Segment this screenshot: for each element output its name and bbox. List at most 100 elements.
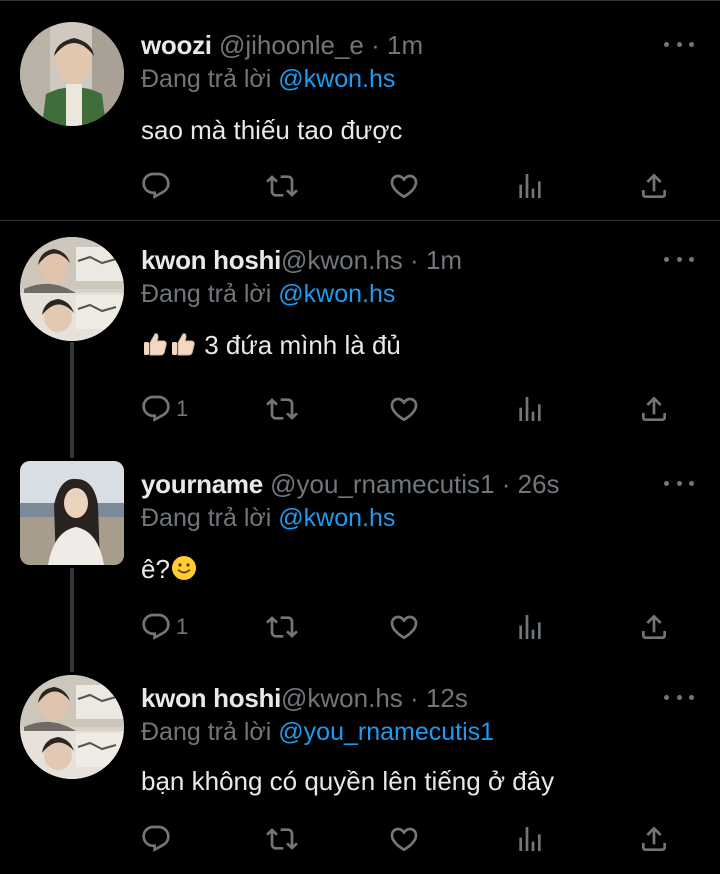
views-button[interactable] bbox=[514, 819, 546, 859]
tweet[interactable]: yourname @you_rnamecutis1 · 26s Đang trả… bbox=[0, 451, 720, 661]
like-button[interactable] bbox=[388, 607, 420, 647]
tweet-text: sao mà thiếu tao được bbox=[141, 114, 402, 146]
timestamp[interactable]: 1m bbox=[426, 245, 462, 275]
tweet[interactable]: kwon hoshi@kwon.hs · 1m Đang trả lời @kw… bbox=[0, 221, 720, 451]
share-button[interactable] bbox=[638, 166, 670, 206]
timestamp[interactable]: 12s bbox=[426, 683, 468, 713]
share-button[interactable] bbox=[638, 389, 670, 429]
more-icon[interactable] bbox=[664, 477, 694, 489]
action-bar: 1 bbox=[0, 389, 720, 429]
reply-mention-link[interactable]: @kwon.hs bbox=[278, 280, 395, 308]
tweet[interactable]: woozi @jihoonle_e · 1m Đang trả lời @kwo… bbox=[0, 0, 720, 220]
action-bar bbox=[0, 819, 720, 859]
views-icon bbox=[514, 823, 546, 855]
replying-to: Đang trả lời @you_rnamecutis1 bbox=[141, 717, 494, 747]
tweet-header: yourname @you_rnamecutis1 · 26s bbox=[141, 469, 560, 499]
views-button[interactable] bbox=[514, 166, 546, 206]
separator-dot: · bbox=[501, 469, 511, 499]
reply-icon bbox=[140, 823, 172, 855]
retweet-icon bbox=[266, 393, 298, 425]
reply-mention-link[interactable]: @kwon.hs bbox=[278, 65, 395, 93]
share-icon bbox=[638, 823, 670, 855]
like-button[interactable] bbox=[388, 819, 420, 859]
more-icon[interactable] bbox=[664, 691, 694, 703]
display-name[interactable]: woozi bbox=[141, 30, 212, 60]
retweet-button[interactable] bbox=[266, 166, 298, 206]
reply-icon bbox=[140, 170, 172, 202]
timestamp[interactable]: 1m bbox=[387, 30, 423, 60]
separator-dot: · bbox=[410, 245, 419, 275]
more-icon[interactable] bbox=[664, 253, 694, 265]
replying-label: Đang trả lời bbox=[141, 504, 272, 532]
like-icon bbox=[388, 611, 420, 643]
retweet-button[interactable] bbox=[266, 607, 298, 647]
tweet-text-body: ê? bbox=[141, 554, 170, 584]
user-handle[interactable]: @you_rnamecutis1 bbox=[270, 469, 494, 499]
separator-dot: · bbox=[410, 683, 419, 713]
action-bar: 1 bbox=[0, 607, 720, 647]
reply-count: 1 bbox=[176, 614, 189, 639]
reply-button[interactable]: 1 bbox=[140, 389, 188, 429]
views-button[interactable] bbox=[514, 389, 546, 429]
replying-to: Đang trả lời @kwon.hs bbox=[141, 503, 395, 533]
separator-dot: · bbox=[371, 30, 380, 60]
reply-icon bbox=[140, 611, 172, 643]
share-button[interactable] bbox=[638, 607, 670, 647]
display-name[interactable]: kwon hoshi bbox=[141, 683, 281, 713]
tweet-text: bạn không có quyền lên tiếng ở đây bbox=[141, 765, 554, 797]
replying-label: Đang trả lời bbox=[141, 718, 272, 746]
reply-button[interactable]: 1 bbox=[140, 607, 188, 647]
tweet-text-body: bạn không có quyền lên tiếng ở đây bbox=[141, 766, 555, 796]
tweet-header: woozi @jihoonle_e · 1m bbox=[141, 30, 423, 60]
timestamp[interactable]: 26s bbox=[518, 469, 560, 499]
replying-label: Đang trả lời bbox=[141, 280, 272, 308]
display-name[interactable]: yourname bbox=[141, 469, 263, 499]
reply-mention-link[interactable]: @kwon.hs bbox=[278, 504, 395, 532]
tweet[interactable]: kwon hoshi@kwon.hs · 12s Đang trả lời @y… bbox=[0, 661, 720, 874]
tweet-text-body: 3 đứa mình là đủ bbox=[204, 330, 401, 360]
reply-icon bbox=[140, 393, 172, 425]
like-button[interactable] bbox=[388, 166, 420, 206]
retweet-button[interactable] bbox=[266, 819, 298, 859]
replying-to: Đang trả lời @kwon.hs bbox=[141, 64, 395, 94]
user-handle[interactable]: @jihoonle_e bbox=[219, 30, 364, 60]
display-name[interactable]: kwon hoshi bbox=[141, 245, 281, 275]
tweet-text: ê? bbox=[141, 553, 198, 585]
share-icon bbox=[638, 393, 670, 425]
like-icon bbox=[388, 170, 420, 202]
tweet-header: kwon hoshi@kwon.hs · 12s bbox=[141, 683, 468, 713]
share-icon bbox=[638, 170, 670, 202]
share-icon bbox=[638, 611, 670, 643]
like-button[interactable] bbox=[388, 389, 420, 429]
user-handle[interactable]: @kwon.hs bbox=[281, 683, 403, 713]
like-icon bbox=[388, 823, 420, 855]
views-icon bbox=[514, 393, 546, 425]
tweet-text: 3 đứa mình là đủ bbox=[141, 329, 401, 361]
reply-button[interactable] bbox=[140, 166, 176, 206]
retweet-icon bbox=[266, 611, 298, 643]
views-icon bbox=[514, 611, 546, 643]
retweet-button[interactable] bbox=[266, 389, 298, 429]
retweet-icon bbox=[266, 170, 298, 202]
thumbs-up-emoji-icon bbox=[144, 333, 167, 356]
retweet-icon bbox=[266, 823, 298, 855]
thumbs-up-emoji-icon bbox=[172, 333, 195, 356]
tweet-text-body: sao mà thiếu tao được bbox=[141, 115, 403, 145]
like-icon bbox=[388, 393, 420, 425]
reply-count: 1 bbox=[176, 396, 189, 421]
more-icon[interactable] bbox=[664, 38, 694, 50]
user-handle[interactable]: @kwon.hs bbox=[281, 245, 403, 275]
tweet-header: kwon hoshi@kwon.hs · 1m bbox=[141, 245, 462, 275]
avatar[interactable] bbox=[20, 461, 124, 565]
avatar[interactable] bbox=[20, 237, 124, 341]
share-button[interactable] bbox=[638, 819, 670, 859]
reply-mention-link[interactable]: @you_rnamecutis1 bbox=[278, 718, 494, 746]
action-bar bbox=[0, 166, 720, 206]
replying-to: Đang trả lời @kwon.hs bbox=[141, 279, 395, 309]
avatar[interactable] bbox=[20, 22, 124, 126]
slightly-smiling-face-emoji-icon bbox=[171, 556, 196, 580]
avatar[interactable] bbox=[20, 675, 124, 779]
replying-label: Đang trả lời bbox=[141, 65, 272, 93]
views-button[interactable] bbox=[514, 607, 546, 647]
reply-button[interactable] bbox=[140, 819, 176, 859]
